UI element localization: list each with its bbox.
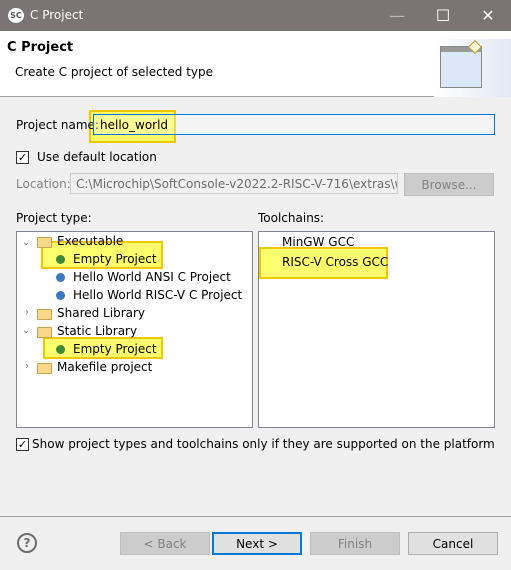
project-dot-icon — [56, 255, 65, 264]
close-button[interactable]: ✕ — [465, 0, 511, 31]
location-input[interactable]: C:\Microchip\SoftConsole-v2022.2-RISC-V-… — [70, 173, 398, 194]
project-type-label: Project type: — [16, 211, 92, 225]
project-dot-icon — [56, 345, 65, 354]
tree-item-shared-library[interactable]: Shared Library — [57, 304, 145, 322]
location-value: C:\Microchip\SoftConsole-v2022.2-RISC-V-… — [76, 177, 398, 191]
use-default-location-label: Use default location — [37, 150, 157, 164]
project-dot-icon — [56, 273, 65, 282]
finish-button[interactable]: Finish — [310, 532, 400, 555]
chevron-right-icon[interactable]: › — [25, 358, 29, 376]
cancel-button[interactable]: Cancel — [408, 532, 498, 555]
tree-item-hello-world-riscv[interactable]: Hello World RISC-V C Project — [73, 286, 242, 304]
window-title: C Project — [30, 8, 84, 22]
tree-item-empty-project[interactable]: Empty Project — [73, 250, 157, 268]
location-label: Location: — [16, 177, 71, 191]
chevron-down-icon[interactable]: ⌄ — [22, 322, 30, 340]
use-default-location-checkbox[interactable]: ✓ — [16, 151, 29, 164]
page-title: C Project — [7, 40, 74, 55]
toolchains-label: Toolchains: — [258, 211, 325, 225]
project-name-value: hello_world — [100, 118, 169, 132]
title-bar: SC C Project — ☐ ✕ — [0, 0, 511, 31]
show-supported-checkbox[interactable]: ✓ — [16, 438, 29, 451]
wizard-header: C Project Create C project of selected t… — [0, 31, 511, 97]
back-button[interactable]: < Back — [120, 532, 210, 555]
tree-item-static-library[interactable]: Static Library — [57, 322, 137, 340]
chevron-right-icon[interactable]: › — [25, 304, 29, 322]
browse-button[interactable]: Browse... — [404, 173, 494, 196]
footer-separator — [0, 516, 511, 517]
project-dot-icon — [56, 291, 65, 300]
project-name-input[interactable]: hello_world — [93, 114, 495, 135]
minimize-button[interactable]: — — [374, 0, 420, 31]
project-name-label: Project name: — [16, 118, 99, 132]
wizard-banner-icon — [434, 39, 511, 97]
tree-item-hello-world-ansi[interactable]: Hello World ANSI C Project — [73, 268, 231, 286]
show-supported-label: Show project types and toolchains only i… — [32, 437, 495, 451]
tree-item-executable[interactable]: ⌄ — [22, 232, 30, 250]
folder-icon — [37, 237, 52, 248]
tree-item-empty-project-static[interactable]: Empty Project — [73, 340, 157, 358]
tree-label-executable[interactable]: Executable — [57, 232, 123, 250]
folder-icon — [37, 363, 52, 374]
tree-item-makefile-project[interactable]: Makefile project — [57, 358, 152, 376]
folder-icon — [37, 327, 52, 338]
folder-icon — [37, 309, 52, 320]
toolchain-item-riscv[interactable]: RISC-V Cross GCC — [282, 253, 388, 271]
next-button[interactable]: Next > — [212, 532, 302, 555]
page-subtitle: Create C project of selected type — [15, 65, 213, 79]
app-icon: SC — [8, 8, 24, 23]
maximize-button[interactable]: ☐ — [420, 0, 466, 31]
help-icon[interactable]: ? — [17, 533, 37, 553]
chevron-down-icon: ⌄ — [22, 237, 31, 248]
